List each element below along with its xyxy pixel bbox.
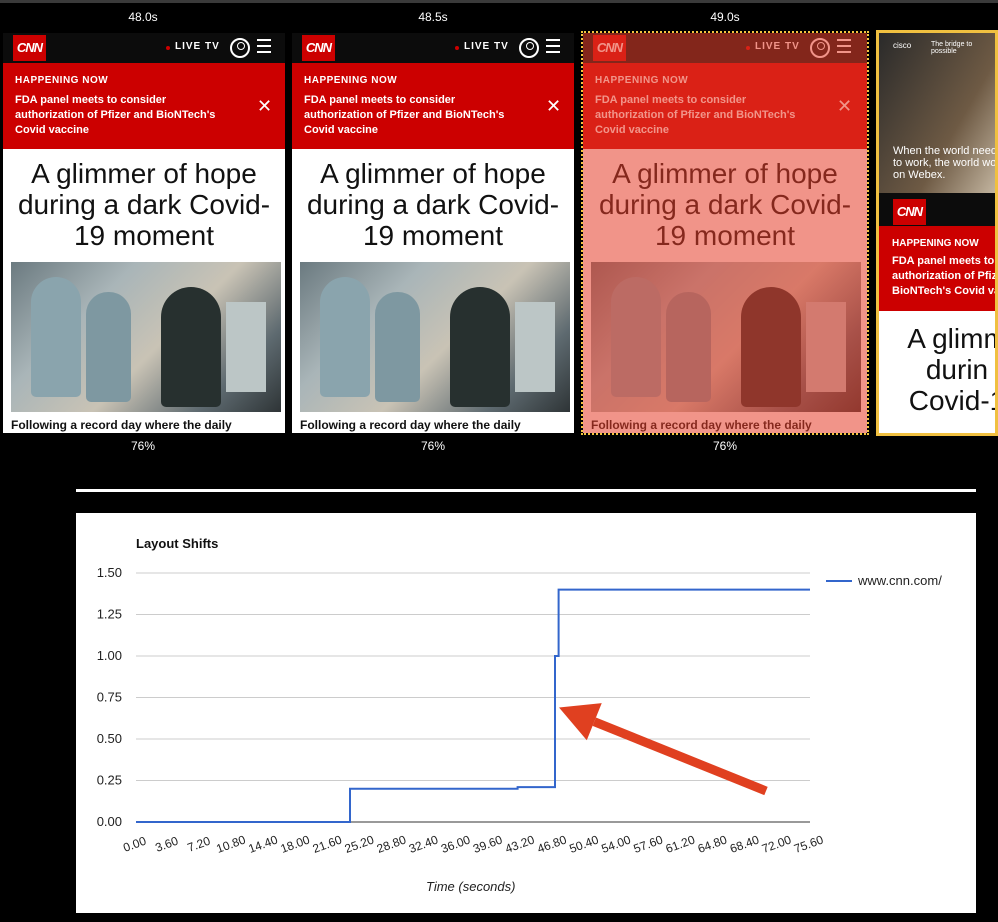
y-tick-label: 1.50	[97, 565, 122, 580]
x-tick-label: 50.40	[567, 832, 600, 856]
ad-banner: cisco The bridge to possible When the wo…	[879, 33, 995, 213]
x-tick-label: 0.00	[121, 834, 148, 855]
visual-complete: 76%	[712, 439, 738, 453]
legend-label: www.cnn.com/	[858, 573, 942, 588]
y-tick-label: 1.25	[97, 607, 122, 622]
filmstrip-frame-3[interactable]: CNN LIVE TV HAPPENING NOW FDA panel meet…	[581, 31, 869, 435]
headline: A glimm durin Covid-1	[907, 323, 998, 416]
menu-icon	[546, 39, 560, 53]
x-tick-label: 28.80	[375, 832, 408, 856]
x-tick-label: 25.20	[343, 832, 376, 856]
visual-complete: 76%	[420, 439, 446, 453]
x-tick-label: 46.80	[535, 832, 568, 856]
frame-timestamp: 49.0s	[710, 10, 740, 24]
cisco-logo: cisco	[893, 41, 912, 50]
x-tick-label: 18.00	[279, 832, 312, 856]
y-tick-label: 0.25	[97, 773, 122, 788]
filmstrip-frame-1[interactable]: CNN LIVE TV HAPPENING NOW FDA panel meet…	[3, 33, 285, 433]
breaking-banner: HAPPENING NOW FDA panel meets to conside…	[879, 226, 995, 311]
happening-now-label: HAPPENING NOW	[892, 238, 979, 249]
happening-now-label: HAPPENING NOW	[304, 75, 398, 86]
chart-plot: 0.000.250.500.751.001.251.500.00 3.60 7.20…	[97, 565, 826, 856]
x-tick-label: 75.60	[792, 832, 825, 856]
close-icon: ✕	[257, 96, 273, 116]
cnn-logo: CNN	[893, 199, 926, 225]
x-tick-label: 3.60	[153, 834, 180, 855]
news-photo	[11, 262, 281, 412]
x-tick-label: 21.60	[311, 832, 344, 856]
section-divider	[76, 489, 976, 492]
alert-text: FDA panel meets to consider authorizatio…	[892, 255, 998, 297]
y-tick-label: 0.50	[97, 731, 122, 746]
live-tv-link: LIVE TV	[175, 41, 220, 52]
x-tick-label: 10.80	[214, 832, 247, 856]
live-dot-icon	[166, 46, 170, 50]
y-tick-label: 1.00	[97, 648, 122, 663]
live-dot-icon	[455, 46, 459, 50]
x-tick-label: 61.20	[664, 832, 697, 856]
site-header: CNN LIVE TV	[292, 33, 574, 63]
headline: A glimmer of hope during a dark Covid-19…	[306, 158, 560, 251]
alert-text: FDA panel meets to consider authorizatio…	[304, 94, 505, 136]
series-line	[136, 588, 810, 823]
close-icon: ✕	[546, 96, 562, 116]
alert-text: FDA panel meets to consider authorizatio…	[15, 94, 216, 136]
frame-timestamp: 48.5s	[418, 10, 448, 24]
filmstrip-frame-2[interactable]: CNN LIVE TV HAPPENING NOW FDA panel meet…	[292, 33, 574, 433]
menu-icon	[257, 39, 271, 53]
y-tick-label: 0.75	[97, 690, 122, 705]
user-icon	[519, 38, 539, 58]
legend-swatch	[826, 580, 852, 582]
ad-tagline: The bridge to possible	[931, 41, 973, 55]
site-header: CNN LIVE TV	[3, 33, 285, 63]
x-tick-label: 54.00	[600, 832, 633, 856]
x-tick-label: 14.40	[247, 832, 280, 856]
x-tick-label: 7.20	[185, 834, 212, 855]
layout-shift-chart: Layout Shifts 0.00 0.25 0.50 0.75 1.00 1.25 1.…	[76, 513, 976, 913]
cnn-logo: CNN	[302, 35, 335, 61]
news-photo	[300, 262, 570, 412]
x-tick-label: 36.00	[439, 832, 472, 856]
x-tick-label: 68.40	[728, 832, 761, 856]
x-tick-label: 64.80	[696, 832, 729, 856]
ad-text: When the world needs to work, the world …	[893, 145, 997, 181]
x-tick-label: 43.20	[503, 832, 536, 856]
happening-now-label: HAPPENING NOW	[15, 75, 109, 86]
user-icon	[230, 38, 250, 58]
x-tick-label: 57.60	[632, 832, 665, 856]
layout-shift-overlay	[583, 33, 867, 433]
photo-caption: Following a record day where the daily	[11, 418, 232, 432]
headline: A glimmer of hope during a dark Covid-19…	[17, 158, 271, 251]
x-axis-label: Time (seconds)	[426, 879, 516, 894]
photo-caption: Following a record day where the daily	[300, 418, 521, 432]
visual-complete: 76%	[130, 439, 156, 453]
cnn-logo: CNN	[13, 35, 46, 61]
x-tick-label: 32.40	[407, 832, 440, 856]
x-tick-label: 72.00	[760, 832, 793, 856]
filmstrip-frame-4[interactable]: cisco The bridge to possible When the wo…	[876, 30, 998, 436]
top-divider	[0, 0, 998, 3]
y-tick-label: 0.00	[97, 814, 122, 829]
live-tv-link: LIVE TV	[464, 41, 509, 52]
frame-timestamp: 48.0s	[128, 10, 158, 24]
x-tick-label: 39.60	[471, 832, 504, 856]
